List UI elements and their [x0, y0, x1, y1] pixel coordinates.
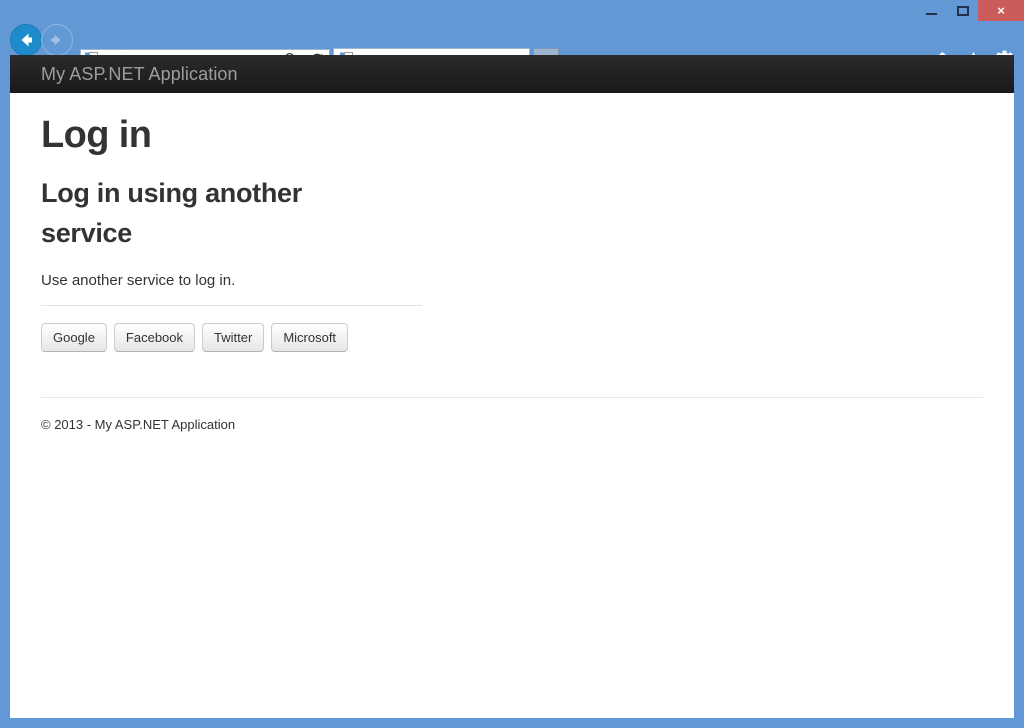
minimize-icon [926, 12, 937, 15]
title-bar: × [0, 0, 1024, 21]
external-login-buttons: Google Facebook Twitter Microsoft [41, 323, 983, 352]
forward-arrow-icon [51, 34, 61, 46]
login-provider-google-button[interactable]: Google [41, 323, 107, 352]
footer-divider [41, 397, 983, 398]
close-icon: × [997, 3, 1005, 18]
login-provider-microsoft-button[interactable]: Microsoft [271, 323, 349, 352]
navbar-brand[interactable]: My ASP.NET Application [41, 65, 238, 83]
back-arrow-icon [21, 33, 32, 47]
page-title: Log in [41, 114, 152, 156]
maximize-button[interactable] [947, 0, 978, 21]
footer-copyright: © 2013 - My ASP.NET Application [41, 417, 236, 432]
minimize-button[interactable] [916, 0, 947, 21]
site-navbar: My ASP.NET Application [10, 55, 1014, 93]
back-button[interactable] [10, 24, 42, 56]
window-controls: × [916, 0, 1024, 21]
navigation-bar: http://www.wingtiptoys.com/ [0, 21, 1024, 75]
page-viewport: My ASP.NET Application Log in Log in usi… [10, 55, 1014, 718]
section-title: Log in using another service [41, 178, 302, 248]
login-provider-twitter-button[interactable]: Twitter [202, 323, 265, 352]
maximize-icon [956, 5, 969, 16]
form-divider [41, 305, 422, 306]
lead-text: Use another service to log in. [41, 272, 236, 289]
browser-window: × My ASP.NET Application Log in Log in u… [0, 0, 1024, 728]
login-provider-facebook-button[interactable]: Facebook [113, 323, 196, 352]
close-button[interactable]: × [978, 0, 1024, 21]
page-container: Log in Log in using another service Use … [10, 113, 1014, 434]
forward-button[interactable] [41, 24, 73, 56]
